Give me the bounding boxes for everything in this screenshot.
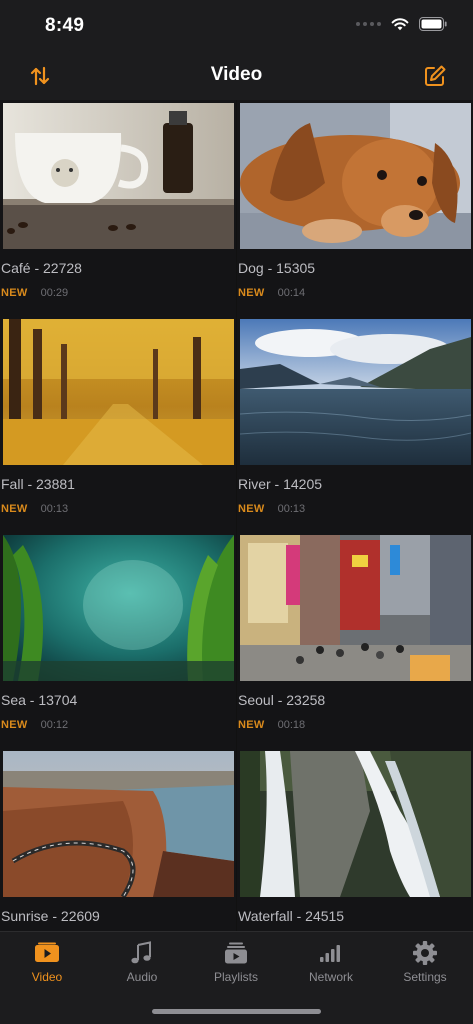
video-cell-cafe[interactable]: Café - 22728 NEW 00:29 xyxy=(0,100,236,316)
video-duration: 00:12 xyxy=(40,719,69,731)
video-meta: NEW 00:13 xyxy=(1,503,68,515)
video-title: Dog - 15305 xyxy=(238,260,316,276)
video-cell-waterfall[interactable]: Waterfall - 24515 xyxy=(237,748,473,931)
video-thumbnail xyxy=(240,319,471,465)
tab-audio[interactable]: Audio xyxy=(95,938,189,994)
video-thumbnail xyxy=(3,751,234,897)
video-meta: NEW 00:18 xyxy=(238,719,305,731)
video-title: Waterfall - 24515 xyxy=(238,908,345,924)
gear-icon xyxy=(413,941,437,965)
video-title: Sunrise - 22609 xyxy=(1,908,100,924)
edit-icon xyxy=(425,65,446,86)
wifi-icon xyxy=(391,18,409,31)
new-badge: NEW xyxy=(1,719,28,731)
tab-label: Audio xyxy=(126,970,158,984)
video-duration: 00:29 xyxy=(40,287,69,299)
video-icon xyxy=(35,942,59,962)
tab-playlists[interactable]: Playlists xyxy=(189,938,283,994)
video-duration: 00:14 xyxy=(277,287,306,299)
video-duration: 00:13 xyxy=(277,503,306,515)
video-meta: NEW 00:13 xyxy=(238,503,305,515)
new-badge: NEW xyxy=(238,719,265,731)
new-badge: NEW xyxy=(238,503,265,515)
tab-label: Playlists xyxy=(213,970,258,984)
tab-settings[interactable]: Settings xyxy=(378,938,472,994)
video-thumbnail xyxy=(240,103,471,249)
edit-button[interactable] xyxy=(421,62,449,90)
tab-label: Video xyxy=(31,970,63,984)
video-cell-dog[interactable]: Dog - 15305 NEW 00:14 xyxy=(237,100,473,316)
video-thumbnail xyxy=(3,319,234,465)
battery-icon xyxy=(419,17,447,31)
status-icons xyxy=(356,17,447,31)
video-duration: 00:13 xyxy=(40,503,69,515)
video-title: Sea - 13704 xyxy=(1,692,78,708)
tab-network[interactable]: Network xyxy=(284,938,378,994)
video-cell-seoul[interactable]: Seoul - 23258 NEW 00:18 xyxy=(237,532,473,748)
navigation-bar: Video xyxy=(0,52,473,100)
video-duration: 00:18 xyxy=(277,719,306,731)
new-badge: NEW xyxy=(1,287,28,299)
video-title: Café - 22728 xyxy=(1,260,82,276)
tab-label: Network xyxy=(308,970,353,984)
network-icon xyxy=(320,945,340,962)
video-cell-sea[interactable]: Sea - 13704 NEW 00:12 xyxy=(0,532,236,748)
video-meta: NEW 00:12 xyxy=(1,719,68,731)
video-cell-fall[interactable]: Fall - 23881 NEW 00:13 xyxy=(0,316,236,532)
tab-label: Settings xyxy=(403,970,447,984)
status-bar: 8:49 xyxy=(0,0,473,52)
video-cell-river[interactable]: River - 14205 NEW 00:13 xyxy=(237,316,473,532)
home-indicator xyxy=(152,1009,321,1014)
video-thumbnail xyxy=(240,535,471,681)
video-grid: Café - 22728 NEW 00:29 Dog - 15305 NEW 0… xyxy=(0,100,473,931)
music-note-icon xyxy=(131,941,151,964)
new-badge: NEW xyxy=(1,503,28,515)
video-title: Seoul - 23258 xyxy=(238,692,326,708)
video-title: River - 14205 xyxy=(238,476,323,492)
video-meta: NEW 00:14 xyxy=(238,287,305,299)
video-thumbnail xyxy=(240,751,471,897)
cellular-signal-icon xyxy=(356,22,381,26)
video-title: Fall - 23881 xyxy=(1,476,75,492)
tab-video[interactable]: Video xyxy=(0,938,94,994)
video-thumbnail xyxy=(3,103,234,249)
status-time: 8:49 xyxy=(45,15,85,36)
playlists-icon xyxy=(225,942,247,964)
video-thumbnail xyxy=(3,535,234,681)
page-title: Video xyxy=(210,64,263,85)
video-meta: NEW 00:29 xyxy=(1,287,68,299)
video-cell-sunrise[interactable]: Sunrise - 22609 xyxy=(0,748,236,931)
new-badge: NEW xyxy=(238,287,265,299)
